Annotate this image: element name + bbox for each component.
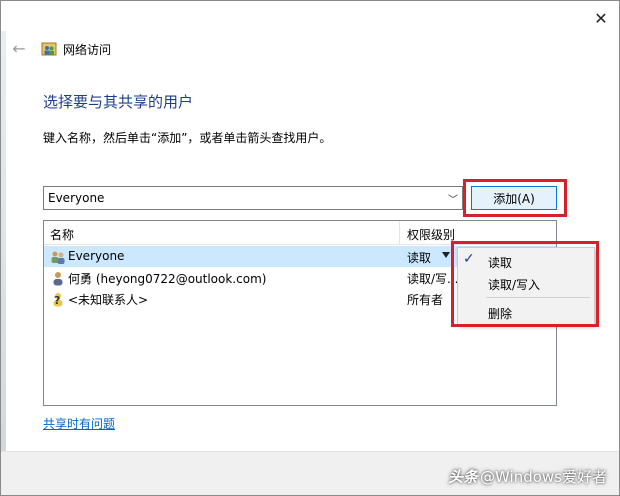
watermark-logo: 头条: [448, 468, 479, 486]
menu-separator: [486, 297, 590, 298]
permission-dropdown-arrow-icon[interactable]: [442, 252, 450, 258]
svg-text:?: ?: [54, 294, 60, 307]
instruction-text: 键入名称，然后单击“添加”，或者单击箭头查找用户。: [43, 131, 332, 145]
users-group-icon: [51, 251, 65, 264]
close-button[interactable]: ✕: [583, 3, 619, 33]
page-heading: 选择要与其共享的用户: [43, 93, 194, 111]
user-picker-combobox[interactable]: Everyone ﹀: [43, 186, 463, 210]
menu-item-label: 读取/写入: [488, 278, 541, 292]
row-permission[interactable]: 所有者: [407, 291, 443, 308]
checkmark-icon: ✓: [463, 251, 475, 267]
network-access-window: ✕ ← 网络访问 选择要与其共享的用户 键入名称，然后单击“添加”，或者单击箭头…: [0, 0, 620, 496]
footer-bar: 头条 @Windows爱好者: [1, 451, 619, 495]
row-permission[interactable]: 读取: [407, 249, 431, 266]
back-arrow-icon[interactable]: ←: [10, 39, 28, 58]
window-title: 网络访问: [63, 43, 112, 57]
list-header: 名称 权限级别: [44, 221, 556, 245]
watermark-text: @Windows爱好者: [480, 468, 607, 486]
watermark: 头条 @Windows爱好者: [448, 466, 607, 487]
network-users-icon: [41, 42, 57, 56]
menu-item-label: 删除: [488, 307, 513, 321]
sharing-trouble-link[interactable]: 共享时有问题: [43, 415, 115, 432]
permission-context-menu: ✓ 读取 读取/写入 删除: [457, 247, 595, 325]
add-button[interactable]: 添加(A): [471, 186, 557, 210]
menu-item-delete[interactable]: 删除: [458, 301, 594, 323]
column-divider[interactable]: [399, 221, 400, 245]
row-permission[interactable]: 读取/写...: [407, 270, 459, 287]
row-name: 何勇 (heyong0722@outlook.com): [68, 272, 267, 286]
menu-item-read[interactable]: ✓ 读取: [458, 250, 594, 272]
row-name: <未知联系人>: [68, 293, 149, 307]
row-name: Everyone: [68, 249, 125, 263]
column-header-name[interactable]: 名称: [50, 226, 74, 243]
user-icon: [53, 272, 63, 286]
background-window-edge: [1, 31, 6, 451]
user-picker-value[interactable]: Everyone: [48, 191, 104, 205]
menu-item-read-write[interactable]: 读取/写入: [458, 272, 594, 294]
column-header-permission[interactable]: 权限级别: [407, 226, 455, 243]
menu-item-label: 读取: [488, 256, 513, 270]
unknown-contact-icon: ?: [53, 293, 63, 307]
chevron-down-icon[interactable]: ﹀: [448, 191, 458, 206]
